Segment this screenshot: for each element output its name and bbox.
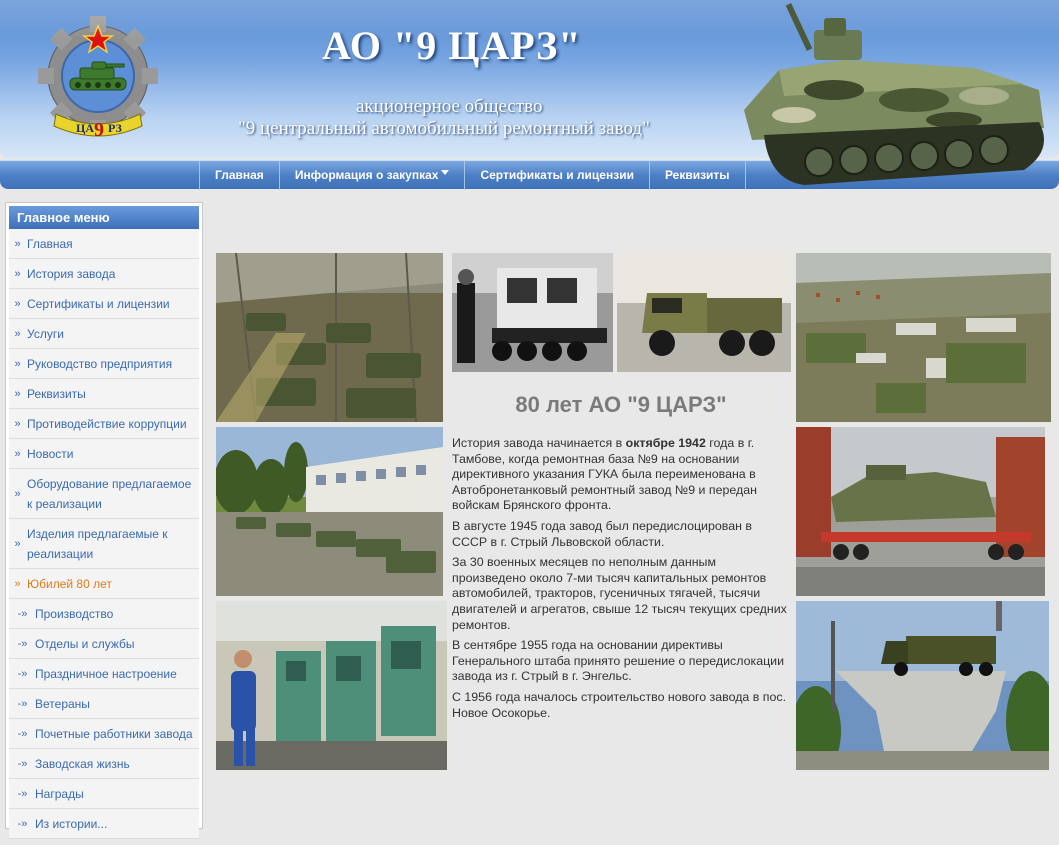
sidebar-item-label: Новости bbox=[27, 447, 74, 461]
sidebar-item[interactable]: » Руководство предприятия bbox=[9, 349, 199, 379]
sidebar-item-label: Почетные работники завода bbox=[35, 727, 193, 741]
sidebar-item-label: Руководство предприятия bbox=[27, 357, 173, 371]
sidebar-item-label: Награды bbox=[35, 787, 84, 801]
nav-certificates-label: Сертификаты и лицензии bbox=[480, 168, 634, 182]
sidebar-item[interactable]: -» Заводская жизнь bbox=[9, 749, 199, 779]
sidebar-item[interactable]: » Изделия предлагаемые к реализации bbox=[9, 519, 199, 569]
double-chevron-right-icon: » bbox=[14, 297, 21, 310]
double-chevron-right-icon: » bbox=[14, 267, 21, 280]
double-chevron-right-icon: » bbox=[14, 417, 21, 430]
sidebar-item-label: Услуги bbox=[27, 327, 64, 341]
sidebar-item[interactable]: » Новости bbox=[9, 439, 199, 469]
sidebar-item[interactable]: » Оборудование предлагаемое к реализации bbox=[9, 469, 199, 519]
sidebar-item[interactable]: » Главная bbox=[9, 229, 199, 259]
sidebar-item[interactable]: -» Производство bbox=[9, 599, 199, 629]
sidebar-item[interactable]: -» Праздничное настроение bbox=[9, 659, 199, 689]
nav-certificates[interactable]: Сертификаты и лицензии bbox=[464, 161, 649, 190]
armored-vehicle-image bbox=[744, 3, 1044, 185]
article-title: 80 лет АО "9 ЦАРЗ" bbox=[515, 392, 727, 417]
nav-requisites-label: Реквизиты bbox=[664, 168, 730, 182]
sidebar-item-label: Главная bbox=[27, 237, 73, 251]
sidebar-item[interactable]: -» Ветераны bbox=[9, 689, 199, 719]
sidebar-item-label: Производство bbox=[35, 607, 114, 621]
article-paragraph-2: В августе 1945 года завод был передислоц… bbox=[452, 518, 752, 549]
chevron-down-icon bbox=[441, 170, 450, 176]
sidebar-item-label: Ветераны bbox=[35, 697, 90, 711]
double-chevron-right-icon: » bbox=[14, 577, 21, 590]
sidebar-item-label: Заводская жизнь bbox=[35, 757, 130, 771]
historic-tractor-photo bbox=[452, 253, 613, 372]
truck-monument-photo bbox=[796, 601, 1049, 770]
article-paragraph-1: История завода начинается в октябре 1942… bbox=[452, 436, 788, 514]
double-chevron-right-icon: -» bbox=[17, 727, 28, 740]
sidebar-item[interactable]: » Сертификаты и лицензии bbox=[9, 289, 199, 319]
article-paragraph-4: В сентябре 1955 года на основании директ… bbox=[452, 638, 785, 684]
double-chevron-right-icon: » bbox=[14, 537, 21, 550]
sidebar-item[interactable]: -» Из истории... bbox=[9, 809, 199, 839]
nav-home[interactable]: Главная bbox=[199, 161, 279, 190]
sidebar-item[interactable]: -» Отделы и службы bbox=[9, 629, 199, 659]
double-chevron-right-icon: » bbox=[14, 487, 21, 500]
double-chevron-right-icon: » bbox=[14, 237, 21, 250]
double-chevron-right-icon: -» bbox=[17, 667, 28, 680]
workshop-tanks-photo bbox=[216, 253, 443, 422]
double-chevron-right-icon: -» bbox=[17, 787, 28, 800]
double-chevron-right-icon: -» bbox=[17, 697, 28, 710]
nav-procurement-label: Информация о закупках bbox=[294, 168, 439, 182]
sidebar-item[interactable]: » История завода bbox=[9, 259, 199, 289]
double-chevron-right-icon: -» bbox=[17, 607, 28, 620]
nav-home-label: Главная bbox=[215, 168, 264, 182]
main-menu-title: Главное меню bbox=[9, 206, 199, 229]
site-subtitle-line1: акционерное общество bbox=[356, 96, 543, 117]
sidebar-item-label: Противодействие коррупции bbox=[27, 417, 187, 431]
kraz-truck-photo bbox=[617, 253, 791, 372]
article-p1-text: История завода начинается в bbox=[452, 436, 626, 450]
svg-text:РЗ: РЗ bbox=[108, 121, 122, 135]
factory-logo-icon[interactable]: ЦА 9 РЗ bbox=[38, 14, 158, 144]
sidebar-item-label: Из истории... bbox=[35, 817, 108, 831]
sidebar-item[interactable]: » Противодействие коррупции bbox=[9, 409, 199, 439]
nav-procurement[interactable]: Информация о закупках bbox=[278, 161, 465, 190]
svg-text:9: 9 bbox=[94, 119, 104, 141]
sidebar-item[interactable]: » Юбилей 80 лет bbox=[9, 569, 199, 599]
article-paragraph-3: За 30 военных месяцев по неполным данным… bbox=[452, 555, 787, 632]
sidebar-item[interactable]: -» Награды bbox=[9, 779, 199, 809]
aerial-factory-photo bbox=[796, 253, 1051, 422]
sidebar-item-label: Праздничное настроение bbox=[35, 667, 177, 681]
double-chevron-right-icon: -» bbox=[17, 817, 28, 830]
article-body: История завода начинается в октябре 1942… bbox=[452, 436, 788, 726]
site-title: АО "9 ЦАРЗ" bbox=[322, 23, 582, 68]
factory-yard-photo bbox=[216, 427, 443, 596]
article-p1-bold: октябре 1942 bbox=[625, 436, 706, 450]
sidebar-item[interactable]: -» Почетные работники завода bbox=[9, 719, 199, 749]
site-subtitle-line2: "9 центральный автомобильный ремонтный з… bbox=[238, 118, 650, 139]
sidebar-item-label: Оборудование предлагаемое к реализации bbox=[27, 477, 192, 511]
sidebar-item-label: Изделия предлагаемые к реализации bbox=[27, 527, 168, 561]
machine-shop-worker-photo bbox=[216, 601, 447, 770]
sidebar-item[interactable]: » Реквизиты bbox=[9, 379, 199, 409]
vehicle-on-trailer-photo bbox=[796, 427, 1045, 596]
main-menu-list: » Главная » История завода » Сертификаты и ли… bbox=[9, 229, 199, 839]
article-paragraph-5: С 1956 года началось строительство новог… bbox=[452, 689, 787, 720]
sidebar-item[interactable]: » Услуги bbox=[9, 319, 199, 349]
double-chevron-right-icon: -» bbox=[17, 637, 28, 650]
sidebar-item-label: Отделы и службы bbox=[35, 637, 135, 651]
sidebar-item-label: Реквизиты bbox=[27, 387, 86, 401]
double-chevron-right-icon: » bbox=[14, 387, 21, 400]
main-menu-sidebar: Главное меню » Главная » История завода » Сер… bbox=[5, 202, 203, 839]
double-chevron-right-icon: » bbox=[14, 357, 21, 370]
sidebar-item-label: Юбилей 80 лет bbox=[27, 577, 112, 591]
sidebar-item-label: Сертификаты и лицензии bbox=[27, 297, 170, 311]
double-chevron-right-icon: » bbox=[14, 447, 21, 460]
sidebar-item-label: История завода bbox=[27, 267, 116, 281]
double-chevron-right-icon: » bbox=[14, 327, 21, 340]
svg-text:ЦА: ЦА bbox=[76, 121, 94, 135]
double-chevron-right-icon: -» bbox=[17, 757, 28, 770]
